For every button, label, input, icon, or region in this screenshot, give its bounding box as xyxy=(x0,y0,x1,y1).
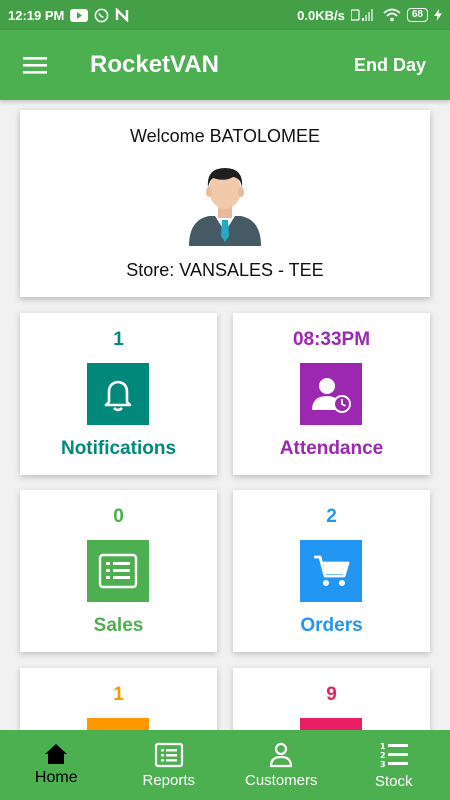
tile-notifications[interactable]: 1 Notifications xyxy=(20,313,217,475)
app-title: RocketVAN xyxy=(90,51,219,78)
status-bar: 12:19 PM 0.0KB/s 68 xyxy=(0,0,450,30)
attendance-time: 08:33PM xyxy=(292,329,371,350)
wifi-icon xyxy=(383,8,401,22)
nav-customers-label: Customers xyxy=(244,771,318,789)
list-doc-icon xyxy=(87,540,149,602)
tile-attendance[interactable]: 08:33PM Attendance xyxy=(233,313,430,475)
hamburger-icon xyxy=(23,57,47,74)
youtube-icon xyxy=(70,8,89,22)
tile-count: 1 xyxy=(113,684,124,705)
svg-text:1: 1 xyxy=(380,742,386,751)
battery-level: 68 xyxy=(406,8,428,22)
attendance-label: Attendance xyxy=(279,438,384,459)
store-name: Store: VANSALES - TEE xyxy=(126,260,324,280)
signal-icon xyxy=(350,8,377,22)
svg-text:3: 3 xyxy=(380,760,386,769)
person-icon xyxy=(270,742,293,767)
end-day-button[interactable]: End Day xyxy=(354,55,426,76)
notifications-count: 1 xyxy=(113,329,124,350)
orders-count: 2 xyxy=(326,506,337,527)
nav-stock[interactable]: 123 Stock xyxy=(338,730,450,800)
n-app-icon xyxy=(115,8,129,22)
welcome-card: Welcome BATOLOMEE Store: VANSALES - TEE xyxy=(20,110,430,297)
svg-text:2: 2 xyxy=(380,751,386,760)
orders-label: Orders xyxy=(300,615,363,636)
nav-stock-label: Stock xyxy=(374,772,413,790)
sales-label: Sales xyxy=(93,615,144,636)
network-speed: 0.0KB/s xyxy=(297,7,345,23)
nav-home-label: Home xyxy=(34,769,78,786)
tile-orders[interactable]: 2 Orders xyxy=(233,490,430,652)
menu-button[interactable] xyxy=(0,30,70,100)
status-time: 12:19 PM xyxy=(8,7,65,23)
tile-sales[interactable]: 0 Sales xyxy=(20,490,217,652)
user-clock-icon xyxy=(300,363,362,425)
sales-count: 0 xyxy=(113,506,124,527)
tile-count: 9 xyxy=(326,684,337,705)
avatar xyxy=(187,160,263,246)
nav-customers[interactable]: Customers xyxy=(225,730,338,800)
app-bar: RocketVAN End Day xyxy=(0,30,450,100)
notifications-label: Notifications xyxy=(60,438,177,459)
charging-icon xyxy=(434,9,442,21)
cart-icon xyxy=(300,540,362,602)
bottom-nav: Home Reports Customers 123 Stock xyxy=(0,730,450,800)
whatsapp-icon xyxy=(94,8,109,23)
nav-home[interactable]: Home xyxy=(0,730,113,800)
home-icon xyxy=(45,744,68,764)
report-icon xyxy=(154,742,183,767)
nav-reports-label: Reports xyxy=(142,771,196,789)
bell-icon xyxy=(87,363,149,425)
numbered-list-icon: 123 xyxy=(380,742,408,769)
nav-reports[interactable]: Reports xyxy=(113,730,226,800)
welcome-greeting: Welcome BATOLOMEE xyxy=(129,126,321,146)
